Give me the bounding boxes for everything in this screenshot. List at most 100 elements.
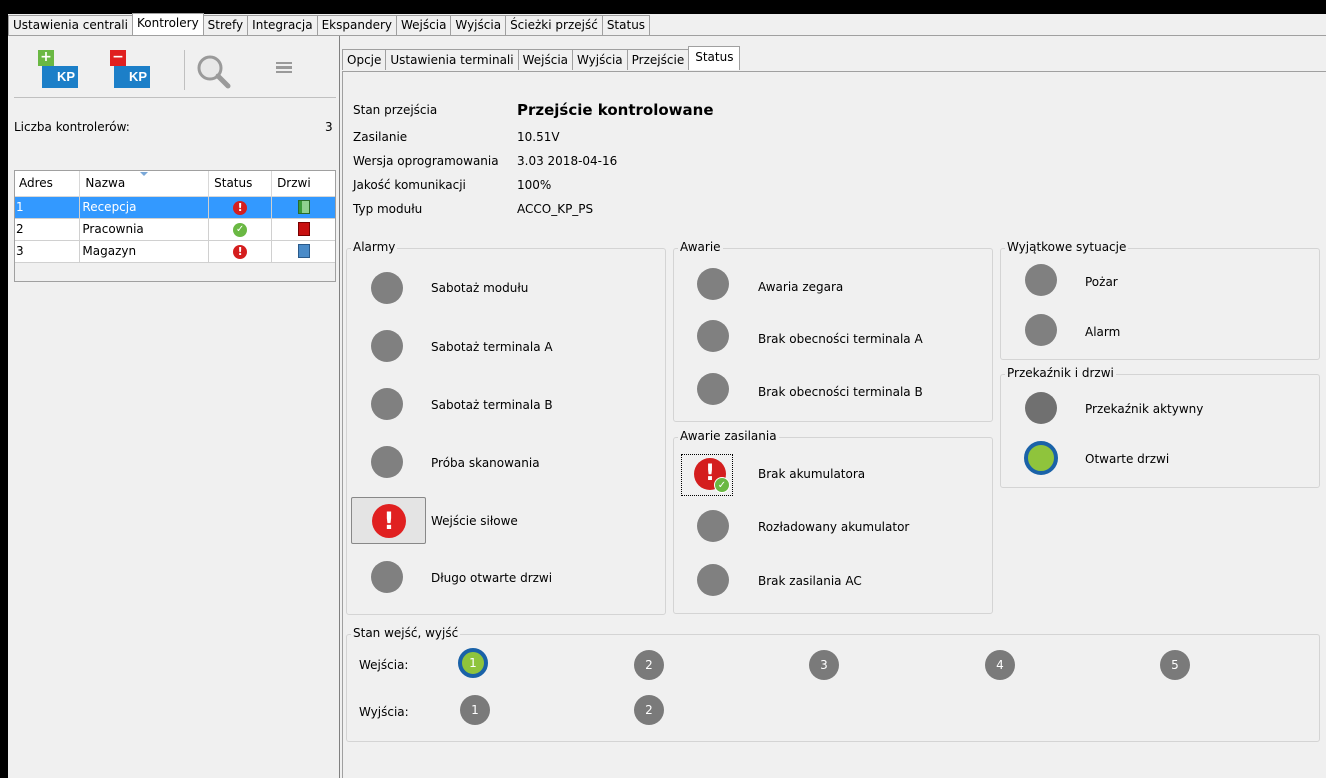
door-open-indicator <box>1024 441 1058 475</box>
firmware-label: Wersja oprogramowania <box>353 154 499 168</box>
tab-wejscia[interactable]: Wejścia <box>396 15 452 35</box>
keypad-icon[interactable] <box>276 62 292 74</box>
door-open-icon <box>297 200 310 215</box>
cell-address: 3 <box>14 240 81 263</box>
input-indicator-1: 1 <box>458 648 488 678</box>
main-tab-bar: Ustawienia centrali Kontrolery Strefy In… <box>8 13 651 35</box>
column-header-drzwi[interactable]: Drzwi <box>271 170 336 197</box>
terminal-b-missing-indicator <box>697 373 729 405</box>
power-label: Zasilanie <box>353 130 408 144</box>
ok-status-icon: ✓ <box>233 223 248 237</box>
tamper-module-indicator <box>371 272 403 304</box>
terminal-a-missing-indicator <box>697 320 729 352</box>
fault-label: Awaria zegara <box>758 280 844 294</box>
input-indicator-4: 4 <box>985 650 1015 680</box>
input-indicator-2: 2 <box>634 650 664 680</box>
fault-label: Brak obecności terminala B <box>758 385 923 399</box>
tamper-terminal-a-indicator <box>371 330 403 362</box>
tab-kontrolery[interactable]: Kontrolery <box>131 13 204 35</box>
table-row[interactable]: 3 Magazyn ! <box>14 240 336 263</box>
tab-strefy[interactable]: Strefy <box>202 15 249 35</box>
outputs-label: Wyjścia: <box>359 705 409 719</box>
special-situations-title: Wyjątkowe sytuacje <box>1005 240 1129 254</box>
error-status-icon: ! <box>233 244 248 259</box>
output-indicator-1: 1 <box>460 695 490 725</box>
controllers-count-value: 3 <box>325 120 333 134</box>
check-icon: ✓ <box>714 477 730 493</box>
cell-door <box>271 240 336 263</box>
toolbar-separator <box>184 50 185 90</box>
column-header-nazwa[interactable]: Nazwa <box>79 170 210 197</box>
faults-title: Awarie <box>678 240 723 254</box>
power-value: 10.51V <box>517 130 560 144</box>
controllers-table: Adres Nazwa Status Drzwi 1 Recepcja ! 2 … <box>14 170 336 263</box>
subtab-przejscie[interactable]: Przejście <box>626 49 690 70</box>
forced-entry-button[interactable]: ! <box>351 497 426 544</box>
table-row[interactable]: 2 Pracownia ✓ <box>14 218 336 241</box>
fire-indicator <box>1025 264 1057 296</box>
sub-tab-bar: Opcje Ustawienia terminali Wejścia Wyjśc… <box>342 46 741 70</box>
cell-address: 1 <box>14 196 81 219</box>
inputs-label: Wejścia: <box>359 658 409 672</box>
subtab-wyjscia[interactable]: Wyjścia <box>572 49 628 70</box>
subtab-wejscia[interactable]: Wejścia <box>517 49 574 70</box>
remove-controller-button[interactable]: KP − <box>110 50 150 90</box>
column-header-adres[interactable]: Adres <box>14 170 81 197</box>
tab-ustawienia-centrali[interactable]: Ustawienia centrali <box>8 15 133 35</box>
minus-icon: − <box>110 50 126 66</box>
cell-status: ✓ <box>208 218 273 241</box>
subtab-opcje[interactable]: Opcje <box>342 49 387 70</box>
power-fault-label: Rozładowany akumulator <box>758 520 910 534</box>
tab-wyjscia[interactable]: Wyjścia <box>450 15 507 35</box>
subtab-status[interactable]: Status <box>688 46 741 70</box>
alarm-label: Sabotaż terminala A <box>431 340 553 354</box>
relay-label: Otwarte drzwi <box>1085 452 1170 466</box>
alarm-label: Długo otwarte drzwi <box>431 571 553 585</box>
tab-ekspandery[interactable]: Ekspandery <box>316 15 397 35</box>
power-fault-label: Brak zasilania AC <box>758 574 862 588</box>
no-ac-power-indicator <box>697 564 729 596</box>
tab-status[interactable]: Status <box>601 15 651 35</box>
relay-active-indicator <box>1025 392 1057 424</box>
table-row[interactable]: 1 Recepcja ! <box>14 196 336 219</box>
tab-integracja[interactable]: Integracja <box>247 15 318 35</box>
cell-name: Magazyn <box>79 240 210 263</box>
alarms-group: Alarmy <box>346 240 666 615</box>
module-type-label: Typ modułu <box>353 202 423 216</box>
subtab-ustawienia-terminali[interactable]: Ustawienia terminali <box>385 49 519 70</box>
power-fault-label: Brak akumulatora <box>758 467 866 481</box>
door-alarm-icon <box>297 222 310 237</box>
special-label: Alarm <box>1085 325 1121 339</box>
add-controller-button[interactable]: KP + <box>38 50 78 90</box>
alarm-exclamation-icon: ! <box>372 504 406 538</box>
sort-arrow-icon <box>140 172 149 176</box>
door-held-open-indicator <box>371 561 403 593</box>
no-battery-indicator[interactable]: ! ✓ <box>681 454 733 496</box>
tab-sciezki-przejsc[interactable]: Ścieżki przejść <box>505 15 603 35</box>
state-label: Stan przejścia <box>353 103 438 117</box>
alarm-label: Próba skanowania <box>431 456 540 470</box>
special-label: Pożar <box>1085 275 1118 289</box>
kp-label: KP <box>114 66 150 88</box>
cell-name: Pracownia <box>79 218 210 241</box>
state-value: Przejście kontrolowane <box>517 101 714 119</box>
fault-label: Brak obecności terminala A <box>758 332 923 346</box>
search-icon[interactable] <box>194 52 234 92</box>
alarm-label: Sabotaż terminala B <box>431 398 553 412</box>
power-faults-title: Awarie zasilania <box>678 429 779 443</box>
cell-address: 2 <box>14 218 81 241</box>
controllers-count-label: Liczba kontrolerów: <box>14 120 130 134</box>
plus-icon: + <box>38 50 54 66</box>
communication-value: 100% <box>517 178 552 192</box>
firmware-value: 3.03 2018-04-16 <box>517 154 618 168</box>
cell-status: ! <box>208 196 273 219</box>
column-header-status[interactable]: Status <box>208 170 273 197</box>
tamper-terminal-b-indicator <box>371 388 403 420</box>
cell-door <box>271 196 336 219</box>
communication-label: Jakość komunikacji <box>353 178 466 192</box>
controllers-toolbar: KP + KP − <box>14 40 336 98</box>
cell-name: Recepcja <box>79 196 210 219</box>
controllers-pane <box>12 36 340 778</box>
relay-door-title: Przekaźnik i drzwi <box>1005 366 1116 380</box>
output-indicator-2: 2 <box>634 695 664 725</box>
